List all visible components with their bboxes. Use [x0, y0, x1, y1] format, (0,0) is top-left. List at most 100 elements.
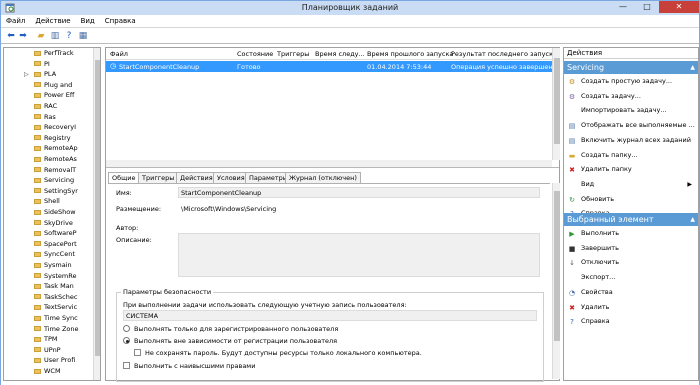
action-item[interactable]: ? Справка [564, 316, 698, 327]
no-store-password-checkbox[interactable] [134, 349, 141, 356]
account-prompt: При выполнении задачи использовать следу… [123, 301, 407, 309]
action-item[interactable]: ↻ Обновить [564, 194, 698, 205]
action-item[interactable]: ▬ Создать папку... [564, 150, 698, 161]
forward-arrow-icon[interactable]: ➡ [17, 30, 29, 42]
action-item[interactable]: ⚙ Создать простую задачу... [564, 76, 698, 87]
security-group-title: Параметры безопасности [121, 288, 214, 296]
col-file[interactable]: Файл [110, 50, 128, 58]
maximize-button[interactable]: □ [635, 1, 659, 13]
tree-item[interactable]: Time Sync [34, 314, 78, 323]
task-list-horizontal-scrollbar[interactable] [106, 160, 552, 167]
col-last-run[interactable]: Время прошлого запуска [367, 50, 453, 58]
action-item[interactable]: ⚙ Создать задачу... [564, 91, 698, 102]
run-whether-logged-radio[interactable] [123, 337, 130, 344]
tree-item[interactable]: WCM [34, 367, 61, 376]
tree-item[interactable]: Registry [34, 134, 71, 143]
tree-item[interactable]: SoftwareP [34, 229, 77, 238]
task-list-scroll-thumb[interactable] [554, 58, 560, 144]
minimize-button[interactable]: — [611, 1, 635, 13]
tree-item[interactable]: User Profi [34, 356, 75, 365]
tree-item[interactable]: RemoteAs [34, 155, 77, 164]
tree-item-label: Shell [44, 197, 60, 206]
tree-item[interactable]: UPnP [34, 346, 61, 355]
tree-item[interactable]: RecoveryI [34, 123, 76, 132]
tree-item[interactable]: RAC [34, 102, 57, 111]
name-field[interactable]: StartComponentCleanup [178, 187, 540, 198]
highest-privileges-checkbox[interactable] [123, 362, 130, 369]
action-item[interactable]: ▤ Отображать все выполняемые ... [564, 120, 698, 131]
folder-icon [34, 61, 41, 67]
action-item[interactable]: Импортировать задачу... [564, 105, 698, 116]
folder-icon [34, 177, 41, 183]
user-account-field[interactable]: СИСТЕМА [123, 310, 537, 321]
up-folder-icon[interactable]: ▰ [35, 30, 47, 42]
details-scroll-thumb[interactable] [554, 191, 560, 341]
task-list-scrollbar[interactable] [552, 48, 560, 160]
tree-item[interactable]: RemovalT [34, 166, 76, 175]
tree-item[interactable]: SpacePort [34, 240, 77, 249]
back-arrow-icon[interactable]: ⬅ [5, 30, 17, 42]
properties-icon[interactable]: ▦ [77, 30, 89, 42]
console-tree-icon[interactable]: ▥ [49, 30, 61, 42]
menu-action[interactable]: Действие [30, 15, 75, 28]
menu-help[interactable]: Справка [100, 15, 141, 28]
action-item[interactable]: ↓ Отключить [564, 257, 698, 268]
tree-item[interactable]: RemoteAp [34, 144, 78, 153]
logged-on-only-radio[interactable] [123, 325, 130, 332]
tree-item[interactable]: PerfTrack [34, 49, 74, 58]
tree-item[interactable]: SideShow [34, 208, 76, 217]
tree-item-label: RemoteAs [44, 155, 77, 163]
tree-item[interactable]: Servicing [34, 176, 74, 185]
col-next-run[interactable]: Время следу... [315, 50, 365, 58]
splitter[interactable] [106, 167, 559, 168]
tree-item-label: RAC [44, 102, 58, 110]
tree-item[interactable]: Shell [34, 197, 60, 206]
menu-view[interactable]: Вид [76, 15, 100, 28]
tree-item[interactable]: TPM [34, 335, 58, 344]
collapse-arrow-icon[interactable]: ▲ [690, 61, 695, 74]
action-item[interactable]: ✖ Удалить [564, 302, 698, 313]
tree-item[interactable]: SyncCent [34, 250, 75, 259]
tree-vertical-scrollbar[interactable] [93, 48, 100, 380]
action-item[interactable]: ✖ Удалить папку [564, 164, 698, 175]
actions-section-selected-item[interactable]: Выбранный элемент ▲ [564, 213, 698, 226]
tree-item[interactable]: Plug and [34, 81, 72, 90]
tree-item[interactable]: TextServic [34, 303, 77, 312]
tree-item[interactable]: ▷ PLA [24, 70, 56, 79]
details-scrollbar[interactable] [552, 183, 560, 379]
tree-item[interactable]: Time Zone [34, 325, 79, 334]
collapse-arrow-icon[interactable]: ▲ [690, 213, 695, 226]
tree-item[interactable]: Power Eff [34, 91, 74, 100]
action-label: Обновить [581, 194, 615, 203]
actions-section-servicing[interactable]: Servicing ▲ [564, 61, 698, 74]
action-item[interactable]: ■ Завершить [564, 243, 698, 254]
tree-item[interactable]: TaskSchec [34, 293, 77, 302]
tree-item[interactable]: Sysmain [34, 261, 72, 270]
tree-item[interactable]: PI [34, 60, 50, 69]
help-icon[interactable]: ? [63, 30, 75, 42]
col-status[interactable]: Состояние [237, 50, 273, 58]
tree-scroll-thumb[interactable] [95, 60, 100, 356]
tree-item[interactable]: Ras [34, 113, 56, 122]
tree-item-label: SpacePort [44, 239, 77, 248]
tree-item[interactable]: SystemRe [34, 272, 76, 281]
tree-item[interactable]: SettingSyr [34, 187, 78, 196]
action-item[interactable]: ▤ Включить журнал всех заданий [564, 135, 698, 146]
tree-item[interactable]: SkyDrive [34, 219, 73, 228]
col-triggers[interactable]: Триггеры [277, 50, 309, 58]
action-item[interactable]: Экспорт... [564, 272, 698, 283]
tree-item-label: SideShow [44, 208, 76, 216]
tree-item[interactable]: Task Man [34, 282, 74, 291]
title-bar[interactable]: Планировщик заданий — □ ✕ [1, 1, 699, 15]
action-item[interactable]: ▶ Выполнить [564, 228, 698, 239]
menu-file[interactable]: Файл [1, 15, 30, 28]
action-item[interactable]: ◔ Свойства [564, 287, 698, 298]
col-last-result[interactable]: Результат последнего запуска [451, 50, 557, 58]
action-label: Создать папку... [581, 150, 638, 159]
close-button[interactable]: ✕ [659, 1, 699, 13]
table-row[interactable]: ◷ StartComponentCleanup Готово 01.04.201… [106, 61, 578, 72]
description-field[interactable] [178, 233, 540, 277]
disable-icon: ↓ [569, 259, 575, 268]
expand-arrow-icon[interactable]: ▷ [24, 70, 30, 79]
action-item[interactable]: Вид ▶ [564, 179, 698, 190]
